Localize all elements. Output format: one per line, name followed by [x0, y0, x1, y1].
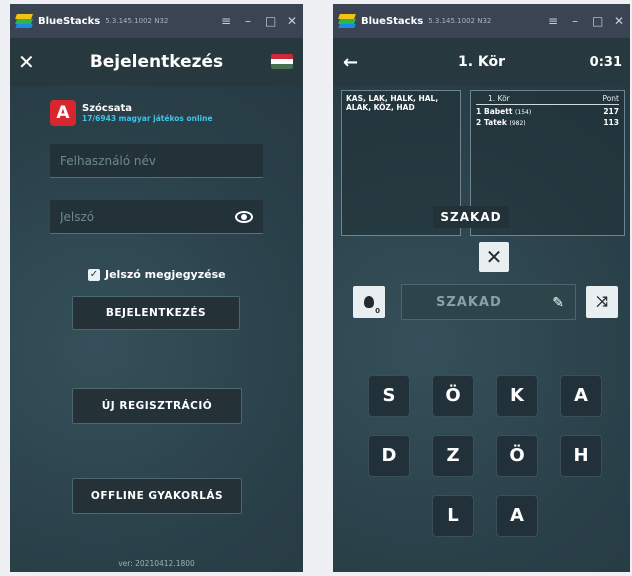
bluestacks-titlebar: BlueStacks 5.3.145.1002 N32 ≡ – □ ✕ — [10, 4, 303, 38]
username-field[interactable] — [50, 144, 263, 178]
username-input[interactable] — [60, 153, 253, 168]
scoreboard-divider — [476, 104, 619, 105]
register-button[interactable]: ÚJ REGISZTRÁCIÓ — [72, 388, 242, 424]
player-points: 217 — [603, 107, 619, 116]
minimize-icon[interactable]: – — [570, 14, 580, 28]
checkbox-checked-icon[interactable]: ✓ — [88, 268, 100, 281]
letter-tile[interactable]: S — [369, 376, 409, 416]
table-row: 1 Babett (154) 217 — [476, 107, 619, 118]
shuffle-button[interactable]: ⤨ — [586, 286, 618, 318]
letter-tile[interactable]: A — [561, 376, 601, 416]
player-name: Tatek — [484, 118, 507, 127]
hungarian-flag-icon[interactable] — [271, 54, 293, 69]
player-rank: 2 — [476, 118, 482, 127]
bluestacks-titlebar: BlueStacks 5.3.145.1002 N32 ≡ – □ ✕ — [333, 4, 630, 38]
app-logo-icon: A — [50, 100, 76, 126]
letter-tile[interactable]: Ö — [433, 376, 473, 416]
emulator-name: BlueStacks — [38, 15, 101, 27]
player-rank: 1 — [476, 107, 482, 116]
clear-word-button[interactable]: ✕ — [479, 242, 509, 272]
emulator-version: 5.3.145.1002 N32 — [428, 17, 492, 25]
current-word-display: SZAKAD — [433, 206, 509, 228]
letter-tile[interactable]: L — [433, 496, 473, 536]
round-timer: 0:31 — [589, 54, 622, 70]
show-password-eye-icon[interactable] — [235, 210, 253, 223]
letter-tile[interactable]: Z — [433, 436, 473, 476]
player-rating: (154) — [515, 109, 532, 116]
menu-icon[interactable]: ≡ — [548, 14, 558, 28]
close-icon[interactable]: ✕ — [614, 14, 624, 28]
remember-password-checkbox[interactable]: ✓ Jelszó megjegyzése — [88, 268, 226, 281]
minimize-icon[interactable]: – — [243, 14, 253, 28]
app-brand: A Szócsata 17/6943 magyar játékos online — [50, 100, 213, 126]
bluestacks-logo-icon — [338, 14, 356, 28]
close-icon[interactable]: ✕ — [287, 14, 297, 28]
emulator-version: 5.3.145.1002 N32 — [105, 17, 169, 25]
hint-button[interactable]: 0 — [353, 286, 385, 318]
game-screen: BlueStacks 5.3.145.1002 N32 ≡ – □ ✕ ← 1.… — [333, 4, 630, 572]
maximize-icon[interactable]: □ — [592, 14, 603, 28]
player-rating: (982) — [509, 120, 526, 127]
table-row: 2 Tatek (982) 113 — [476, 118, 619, 129]
round-title: 1. Kör — [457, 54, 506, 70]
offline-practice-button[interactable]: OFFLINE GYAKORLÁS — [72, 478, 242, 514]
letter-tile[interactable]: H — [561, 436, 601, 476]
login-button[interactable]: BEJELENTKEZÉS — [72, 296, 240, 330]
letter-tile[interactable]: A — [497, 496, 537, 536]
letter-tile[interactable]: K — [497, 376, 537, 416]
pencil-icon[interactable]: ✎ — [552, 295, 565, 311]
lightbulb-icon — [364, 296, 374, 308]
hint-count: 0 — [375, 307, 380, 315]
player-points: 113 — [603, 118, 619, 127]
letter-tile[interactable]: Ö — [497, 436, 537, 476]
password-input[interactable] — [60, 209, 235, 224]
bluestacks-logo-icon — [15, 14, 33, 28]
emulator-name: BlueStacks — [361, 15, 424, 27]
page-title: Bejelentkezés — [89, 52, 224, 72]
letter-tile[interactable]: D — [369, 436, 409, 476]
remember-password-label: Jelszó megjegyzése — [105, 268, 226, 281]
word-input-text: SZAKAD — [436, 294, 502, 310]
login-screen: BlueStacks 5.3.145.1002 N32 ≡ – □ ✕ ✕ Be… — [10, 4, 303, 572]
scoreboard-round-header: 1. Kör — [488, 94, 510, 103]
game-appbar: ← 1. Kör 0:31 — [333, 38, 630, 86]
version-label: ver: 20210412.1800 — [118, 559, 195, 568]
maximize-icon[interactable]: □ — [265, 14, 276, 28]
back-arrow-icon[interactable]: ← — [343, 52, 358, 73]
word-input-field[interactable]: SZAKAD ✎ — [401, 284, 576, 320]
password-field[interactable] — [50, 200, 263, 234]
player-name: Babett — [484, 107, 513, 116]
app-name: Szócsata — [82, 103, 133, 114]
scoreboard-points-header: Pont — [602, 94, 619, 103]
login-appbar: ✕ Bejelentkezés — [10, 38, 303, 86]
close-icon[interactable]: ✕ — [18, 50, 35, 74]
menu-icon[interactable]: ≡ — [221, 14, 231, 28]
online-count: 17/6943 magyar játékos online — [82, 114, 213, 123]
found-words-text: KAS, LAK, HALK, HAL, ALAK, KÖZ, HAD — [346, 94, 439, 112]
